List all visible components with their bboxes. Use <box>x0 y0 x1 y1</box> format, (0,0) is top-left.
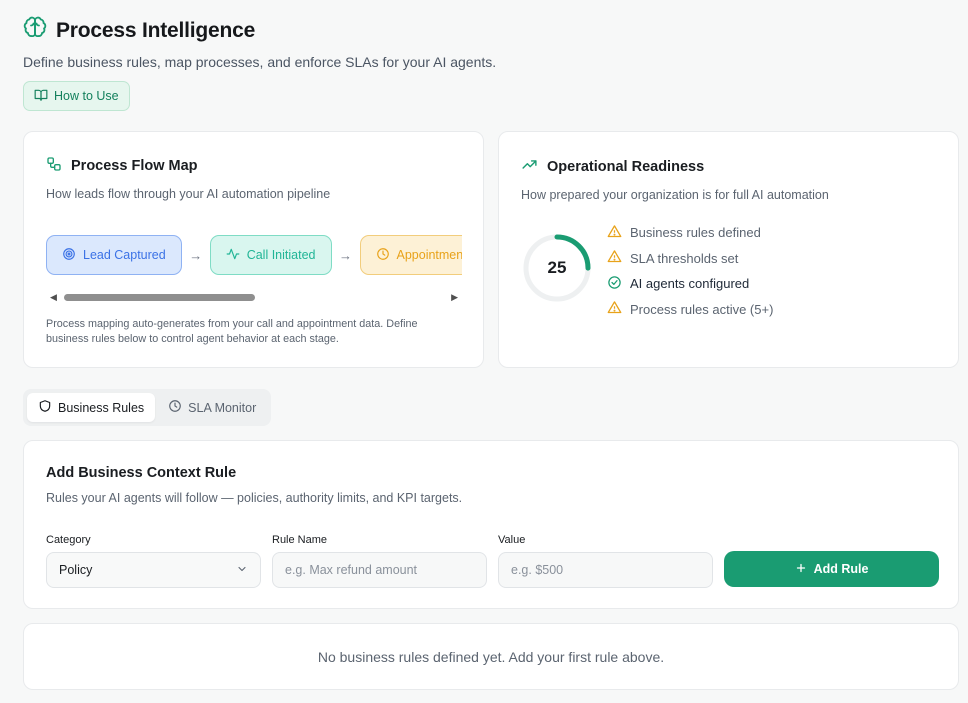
readiness-title-row: Operational Readiness <box>521 156 829 177</box>
arrow-right-icon: → <box>189 247 203 263</box>
checklist-item: Process rules active (5+) <box>607 297 773 323</box>
arrow-right-icon: → <box>339 247 352 263</box>
add-rule-subtitle: Rules your AI agents will follow — polic… <box>46 491 463 505</box>
brain-icon <box>23 16 47 45</box>
check-circle-icon <box>607 275 622 293</box>
process-flow-card: Process Flow Map How leads flow through … <box>23 131 484 368</box>
tab-label: SLA Monitor <box>188 400 257 415</box>
process-flow-title: Process Flow Map <box>71 158 198 174</box>
flow-node-label: Lead Captured <box>83 248 166 262</box>
chevron-down-icon <box>236 563 248 578</box>
rule-name-field: Rule Name e.g. Max refund amount <box>272 534 487 588</box>
category-value: Policy <box>59 563 93 577</box>
activity-icon <box>226 247 240 264</box>
clock-icon <box>376 247 390 264</box>
rules-list-card: No business rules defined yet. Add your … <box>23 623 959 690</box>
flow-node-appointment[interactable]: Appointment <box>359 235 463 275</box>
value-label: Value <box>498 534 526 546</box>
clock-icon <box>168 399 182 416</box>
readiness-card: Operational Readiness How prepared your … <box>498 131 959 368</box>
warning-icon <box>607 224 622 242</box>
checklist-item: SLA thresholds set <box>607 246 773 272</box>
scroll-left-icon[interactable]: ◀ <box>50 292 60 302</box>
checklist-label: Business rules defined <box>630 225 761 241</box>
empty-state-text: No business rules defined yet. Add your … <box>317 649 665 665</box>
process-flow-title-row: Process Flow Map <box>46 156 330 176</box>
page-title: Process Intelligence <box>56 18 256 42</box>
flow-note: Process mapping auto-generates from your… <box>46 318 418 345</box>
trending-up-icon <box>521 156 538 177</box>
category-label: Category <box>46 534 91 546</box>
flow-node-lead-captured[interactable]: Lead Captured <box>46 235 182 275</box>
add-rule-card: Add Business Context Rule Rules your AI … <box>23 440 959 609</box>
flow-scroll-area[interactable]: Lead Captured → Call Initiated → Appoint… <box>46 235 462 277</box>
value-placeholder: e.g. $500 <box>511 563 564 577</box>
rule-form: Category Policy Rule Name e.g. Max refun… <box>46 534 939 588</box>
rule-name-placeholder: e.g. Max refund amount <box>285 563 418 577</box>
tab-label: Business Rules <box>58 400 145 415</box>
horizontal-scrollbar[interactable]: ◀ ▶ <box>46 291 462 303</box>
rule-name-label: Rule Name <box>272 534 328 546</box>
process-flow-subtitle: How leads flow through your AI automatio… <box>46 187 331 201</box>
category-field: Category Policy <box>46 534 261 588</box>
workflow-icon <box>46 156 62 176</box>
target-icon <box>62 247 76 264</box>
tab-sla-monitor[interactable]: SLA Monitor <box>157 393 267 422</box>
scrollbar-thumb[interactable] <box>64 294 255 301</box>
tab-business-rules[interactable]: Business Rules <box>27 393 156 422</box>
tab-bar: Business Rules SLA Monitor <box>23 389 272 426</box>
readiness-score: 25 <box>547 258 567 277</box>
how-to-use-label: How to Use <box>54 89 119 103</box>
add-rule-button[interactable]: Add Rule <box>724 551 939 587</box>
plus-icon <box>795 562 807 577</box>
readiness-subtitle: How prepared your organization is for fu… <box>521 188 829 202</box>
flow-node-label: Call Initiated <box>246 248 316 262</box>
flow-node-label: Appointment <box>396 248 463 262</box>
how-to-use-button[interactable]: How to Use <box>23 81 130 111</box>
scroll-right-icon[interactable]: ▶ <box>448 292 458 302</box>
checklist-item: AI agents configured <box>607 271 773 297</box>
flow-node-call-initiated[interactable]: Call Initiated <box>209 235 332 275</box>
value-input[interactable]: e.g. $500 <box>498 552 713 588</box>
page-header: Process Intelligence Define business rul… <box>23 16 948 111</box>
warning-icon <box>607 249 622 267</box>
checklist-label: AI agents configured <box>630 276 750 292</box>
category-select[interactable]: Policy <box>46 552 261 588</box>
flow-track: Lead Captured → Call Initiated → Appoint… <box>46 235 462 275</box>
value-field: Value e.g. $500 <box>498 534 713 588</box>
checklist-label: Process rules active (5+) <box>630 301 774 317</box>
readiness-gauge: 25 <box>521 232 593 304</box>
add-rule-label: Add Rule <box>813 562 869 576</box>
shield-icon <box>38 399 52 416</box>
book-icon <box>34 88 48 105</box>
readiness-checklist: Business rules defined SLA thresholds se… <box>607 220 773 322</box>
checklist-label: SLA thresholds set <box>630 250 739 266</box>
add-rule-title: Add Business Context Rule <box>46 465 237 481</box>
title-row: Process Intelligence <box>23 16 948 45</box>
warning-icon <box>607 300 622 318</box>
rule-name-input[interactable]: e.g. Max refund amount <box>272 552 487 588</box>
readiness-title: Operational Readiness <box>547 158 705 175</box>
page-subtitle: Define business rules, map processes, an… <box>23 54 497 70</box>
add-rule-field: Add Rule <box>724 534 939 588</box>
checklist-item: Business rules defined <box>607 220 773 246</box>
